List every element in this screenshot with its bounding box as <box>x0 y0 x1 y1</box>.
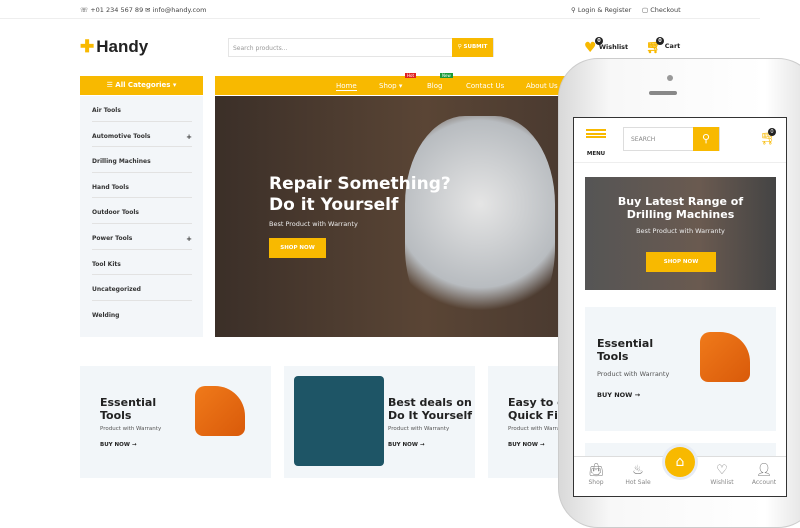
shop-now-button[interactable]: SHOP NOW <box>269 238 326 258</box>
search-submit-button[interactable]: ⚲ SUBMIT <box>452 38 493 57</box>
buy-now-link[interactable]: BUY NOW → <box>508 442 544 448</box>
category-item[interactable]: Drilling Machines <box>92 147 192 173</box>
hamburger-icon <box>586 129 606 138</box>
wishlist-button[interactable]: ♥ 0 Wishlist <box>584 37 628 56</box>
toolkit-image <box>294 376 384 466</box>
user-icon: 👤︎ <box>755 463 773 478</box>
mobile-bottom-nav: 👜︎ Shop ♨ Hot Sale ⌂ ♡ Wishlist 👤︎ Account <box>574 447 786 496</box>
category-item[interactable]: Automotive Tools + <box>92 122 192 148</box>
all-categories-button[interactable]: ☰ All Categories ▾ <box>80 76 203 95</box>
promo-card[interactable]: Essential Tools Product with Warranty BUY… <box>80 366 271 478</box>
mobile-screen: MENU SEARCH ⚲ 🛒︎ 0 Buy Latest Range of Dril… <box>573 117 787 497</box>
category-item[interactable]: Hand Tools <box>92 173 192 199</box>
hero-title: Repair Something? <box>269 174 451 194</box>
expand-icon[interactable]: + <box>186 235 192 243</box>
hero-image <box>405 116 555 336</box>
menu-button[interactable]: MENU <box>586 129 606 159</box>
heart-icon: ♡ <box>716 463 728 478</box>
nav-about[interactable]: About Us <box>526 82 558 90</box>
nav-shop[interactable]: Shop ▾ <box>379 82 402 90</box>
expand-icon[interactable]: + <box>186 133 192 141</box>
nav-home[interactable]: Home <box>336 82 357 91</box>
category-item[interactable]: Tool Kits <box>92 250 192 276</box>
promo-card[interactable]: Best deals on Do It Yourself Product with… <box>284 366 475 478</box>
mobile-shop-now-button[interactable]: SHOP NOW <box>646 252 716 272</box>
drill-image <box>195 386 245 436</box>
mobile-search-input[interactable]: SEARCH ⚲ <box>623 127 720 151</box>
category-item[interactable]: Outdoor Tools <box>92 198 192 224</box>
logo-icon: ✚ <box>80 37 95 56</box>
drill-image <box>700 332 750 382</box>
mobile-cart-icon[interactable]: 🛒︎ 0 <box>760 128 778 146</box>
login-link[interactable]: ⚲ Login & Register <box>571 6 631 14</box>
home-icon[interactable]: ⌂ <box>665 447 695 477</box>
category-list: Air Tools Automotive Tools + Drilling Machi… <box>80 96 203 337</box>
hero-subtitle: Best Product with Warranty <box>269 220 358 228</box>
category-item[interactable]: Power Tools + <box>92 224 192 250</box>
email-link[interactable]: ✉ info@handy.com <box>145 6 206 14</box>
mobile-nav-wishlist[interactable]: ♡ Wishlist <box>702 462 742 486</box>
buy-now-link[interactable]: BUY NOW → <box>597 391 640 399</box>
buy-now-link[interactable]: BUY NOW → <box>100 442 136 448</box>
search-icon[interactable]: ⚲ <box>693 127 719 151</box>
category-item[interactable]: Air Tools <box>92 96 192 122</box>
search-input[interactable]: Search products... ⚲ SUBMIT <box>228 38 494 57</box>
mobile-hero-banner: Buy Latest Range of Drilling Machines Bes… <box>585 177 776 290</box>
mobile-nav-hot-sale[interactable]: ♨ Hot Sale <box>618 462 658 486</box>
phone-number: ☏ +01 234 567 89 <box>80 6 144 14</box>
main-nav: Home Shop ▾ Hot Blog New Contact Us Abou… <box>215 73 565 95</box>
checkout-link[interactable]: ▢ Checkout <box>642 6 681 14</box>
cart-button[interactable]: 🛒︎ 0 Cart <box>646 37 680 55</box>
phone-speaker <box>649 91 677 95</box>
hero-banner: Repair Something? Do it Yourself Best Pro… <box>215 96 565 337</box>
buy-now-link[interactable]: BUY NOW → <box>388 442 424 448</box>
new-badge: New <box>440 73 453 78</box>
mobile-promo-card[interactable]: Essential Tools Product with Warranty BUY… <box>585 307 776 431</box>
nav-contact[interactable]: Contact Us <box>466 82 504 90</box>
mobile-nav-shop[interactable]: 👜︎ Shop <box>576 462 616 486</box>
flame-icon: ♨ <box>632 463 644 478</box>
category-item[interactable]: Uncategorized <box>92 275 192 301</box>
hot-badge: Hot <box>405 73 417 78</box>
bag-icon: 👜︎ <box>587 463 605 478</box>
mobile-nav-account[interactable]: 👤︎ Account <box>744 462 784 486</box>
logo[interactable]: ✚ Handy <box>80 37 148 57</box>
nav-blog[interactable]: Blog <box>427 82 442 90</box>
phone-camera <box>667 75 673 81</box>
category-item[interactable]: Welding <box>92 301 192 327</box>
top-bar: ☏ +01 234 567 89 ✉ info@handy.com ⚲ Logi… <box>0 0 760 19</box>
